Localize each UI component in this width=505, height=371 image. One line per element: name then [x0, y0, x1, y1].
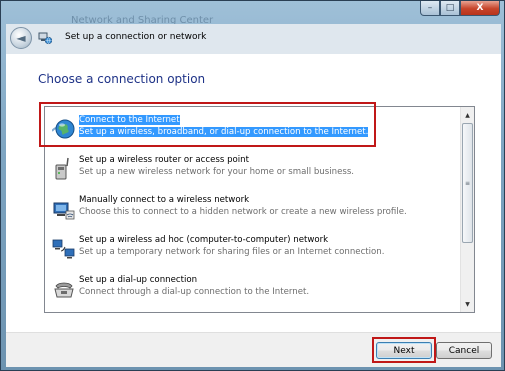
window-frame: Network and Sharing Center – □ X ◄ Set u… [0, 0, 505, 371]
back-arrow-icon: ◄ [16, 31, 26, 45]
option-description: Choose this to connect to a hidden netwo… [79, 207, 407, 217]
option-title: Set up a dial-up connection [79, 275, 198, 285]
adhoc-network-icon [52, 239, 75, 259]
button-bar: Next Cancel [6, 332, 501, 367]
option-description: Set up a wireless, broadband, or dial-up… [79, 127, 369, 137]
scroll-grip-icon: ≡ [464, 179, 471, 187]
wireless-computer-icon [53, 202, 75, 220]
scroll-up-icon[interactable]: ▲ [461, 108, 474, 122]
wizard-content: Choose a connection option Connect to th… [6, 54, 501, 332]
close-button[interactable]: X [460, 1, 500, 16]
option-title: Manually connect to a wireless network [79, 195, 250, 205]
router-icon [55, 157, 69, 180]
wizard-title: Set up a connection or network [65, 32, 207, 42]
next-button[interactable]: Next [376, 342, 432, 359]
option-wireless-router[interactable]: Set up a wireless router or access point… [46, 151, 460, 187]
option-dialup[interactable]: Set up a dial-up connection Connect thro… [46, 271, 460, 307]
globe-network-icon [52, 119, 75, 139]
option-description: Set up a new wireless network for your h… [79, 167, 355, 177]
vertical-scrollbar[interactable]: ▲ ≡ ▼ [460, 107, 474, 312]
connection-options-list[interactable]: Connect to the Internet Set up a wireles… [44, 106, 475, 313]
option-title: Set up a wireless router or access point [79, 155, 249, 165]
telephone-modem-icon [54, 282, 74, 298]
maximize-button[interactable]: □ [440, 1, 460, 16]
option-title: Connect to the Internet [79, 115, 180, 125]
option-manual-wireless[interactable]: Manually connect to a wireless network C… [46, 191, 460, 227]
back-button[interactable]: ◄ [10, 27, 32, 49]
option-description: Connect through a dial-up connection to … [79, 287, 310, 297]
page-heading: Choose a connection option [38, 72, 206, 86]
scroll-down-icon[interactable]: ▼ [461, 297, 474, 311]
window-controls: – □ X [420, 1, 500, 17]
option-description: Set up a temporary network for sharing f… [79, 247, 385, 257]
option-title: Set up a wireless ad hoc (computer-to-co… [79, 235, 329, 245]
scroll-thumb[interactable]: ≡ [462, 123, 473, 243]
option-adhoc-network[interactable]: Set up a wireless ad hoc (computer-to-co… [46, 231, 460, 267]
minimize-button[interactable]: – [420, 1, 440, 16]
network-wizard-icon [38, 32, 52, 45]
navigation-bar: ◄ Set up a connection or network [6, 24, 501, 55]
cancel-button[interactable]: Cancel [436, 342, 492, 359]
option-connect-internet[interactable]: Connect to the Internet Set up a wireles… [46, 111, 460, 147]
